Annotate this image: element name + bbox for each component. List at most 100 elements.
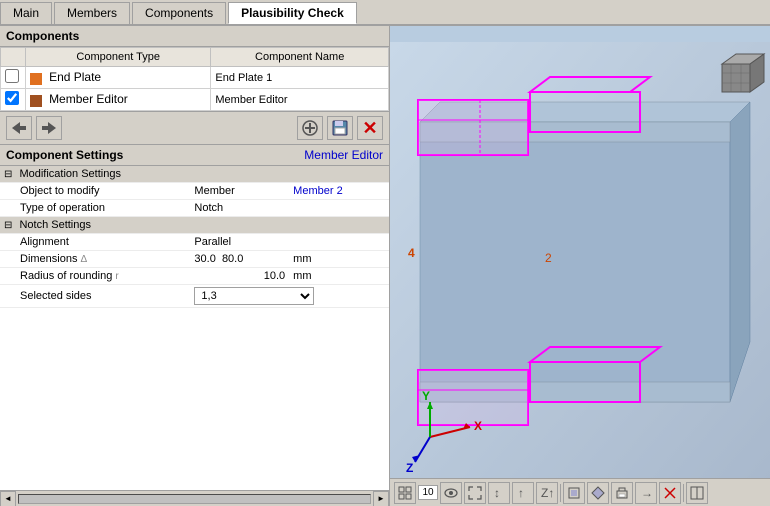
render-button[interactable] (563, 482, 585, 504)
row2-check-cell (1, 89, 26, 111)
components-toolbar: ✕ (0, 111, 389, 145)
svg-text:→: → (641, 486, 653, 500)
svg-text:4: 4 (408, 246, 415, 260)
alignment-row: Alignment Parallel (0, 234, 389, 251)
dimensions-row: Dimensions Δ 30.0 80.0 mm (0, 251, 389, 268)
type-value: Notch (190, 200, 389, 217)
col-check (1, 48, 26, 67)
sides-value-cell: 1,3 1,2,3,4 1 2 (190, 285, 389, 308)
separator2 (683, 484, 684, 502)
svg-text:Z↑: Z↑ (541, 486, 554, 500)
save-icon (332, 120, 348, 136)
add-button[interactable] (297, 116, 323, 140)
tab-components[interactable]: Components (132, 2, 226, 24)
notch-expand-icon: ⊟ (4, 220, 12, 231)
row2-type-label: Member Editor (49, 92, 128, 106)
notch-settings-row: ⊟ Notch Settings (0, 217, 389, 234)
radius-row: Radius of rounding r 10.0 mm (0, 268, 389, 285)
type-operation-row: Type of operation Notch (0, 200, 389, 217)
components-table: Component Type Component Name End Plate (0, 47, 389, 111)
row2-name-cell: Member Editor (211, 89, 389, 111)
rotate-x-icon: ↕ (492, 486, 506, 500)
shaded-button[interactable] (587, 482, 609, 504)
print-button[interactable] (611, 482, 633, 504)
view-grid-button[interactable] (394, 482, 416, 504)
notch-settings-label: ⊟ Notch Settings (0, 217, 389, 234)
type-label: Type of operation (0, 200, 190, 217)
add-icon (302, 120, 318, 136)
alignment-label: Alignment (0, 234, 190, 251)
table-row: Member Editor Member Editor (1, 89, 389, 111)
row1-name-cell: End Plate 1 (211, 67, 389, 89)
scroll-right-arrow[interactable]: ► (373, 491, 389, 506)
render-icon (567, 486, 581, 500)
svg-text:Y: Y (422, 389, 430, 403)
row2-color-box (30, 95, 42, 107)
scroll-track[interactable] (18, 494, 371, 504)
tab-members[interactable]: Members (54, 2, 130, 24)
svg-text:↑: ↑ (518, 486, 524, 500)
panel-icon (690, 486, 704, 500)
svg-text:Z: Z (406, 461, 413, 475)
dimensions-value: 30.0 80.0 (190, 251, 289, 268)
dimensions-unit: mm (289, 251, 389, 268)
scroll-left-arrow[interactable]: ◄ (0, 491, 16, 506)
move-right-icon (42, 122, 56, 134)
zoom-level: 10 (418, 485, 438, 500)
r-symbol: r (115, 271, 118, 282)
object-label: Object to modify (0, 183, 190, 200)
row1-type-label: End Plate (49, 70, 101, 84)
col-type-header: Component Type (26, 48, 211, 67)
arrow-button[interactable]: → (635, 482, 657, 504)
delete-button[interactable]: ✕ (357, 116, 383, 140)
row1-checkbox[interactable] (5, 69, 19, 83)
modification-settings-row: ⊟ Modification Settings (0, 166, 389, 183)
content-area: Components Component Type Component Name (0, 26, 770, 506)
rotate-x-button[interactable]: ↕ (488, 482, 510, 504)
settings-title: Component Settings (6, 148, 123, 162)
settings-subtitle: Member Editor (304, 148, 383, 162)
tab-main[interactable]: Main (0, 2, 52, 24)
row1-type-cell: End Plate (26, 67, 211, 89)
svg-text:↕: ↕ (494, 486, 500, 500)
left-panel: Components Component Type Component Name (0, 26, 390, 506)
settings-table: ⊟ Modification Settings Object to modify… (0, 166, 389, 308)
move-left-icon (12, 122, 26, 134)
save-button[interactable] (327, 116, 353, 140)
table-row: End Plate End Plate 1 (1, 67, 389, 89)
svg-text:X: X (474, 419, 482, 433)
object-value1: Member (190, 183, 289, 200)
3d-scene: 4 2 X Y Z (390, 26, 770, 506)
alignment-value: Parallel (190, 234, 389, 251)
delta-symbol: Δ (81, 254, 88, 265)
rotate-y-button[interactable]: ↑ (512, 482, 534, 504)
print-icon (615, 486, 629, 500)
settings-header: Component Settings Member Editor (0, 145, 389, 166)
settings-spacer (0, 308, 389, 490)
sides-label: Selected sides (0, 285, 190, 308)
close-view-icon (663, 486, 677, 500)
row2-type-cell: Member Editor (26, 89, 211, 111)
3d-view-panel: 4 2 X Y Z (390, 26, 770, 506)
fit-icon (468, 486, 482, 500)
svg-text:2: 2 (545, 251, 552, 265)
move-left-button[interactable] (6, 116, 32, 140)
eye-button[interactable] (440, 482, 462, 504)
components-header: Components (0, 26, 389, 47)
axis-z-button[interactable]: Z↑ (536, 482, 558, 504)
col-name-header: Component Name (211, 48, 389, 67)
arrow-icon: → (639, 486, 653, 500)
panel-button[interactable] (686, 482, 708, 504)
radius-unit: mm (289, 268, 389, 285)
object-to-modify-row: Object to modify Member Member 2 (0, 183, 389, 200)
bottom-scrollbar[interactable]: ◄ ► (0, 490, 389, 506)
axis-z-icon: Z↑ (540, 486, 554, 500)
tab-plausibility[interactable]: Plausibility Check (228, 2, 357, 24)
grid-icon (398, 486, 412, 500)
close-view-button[interactable] (659, 482, 681, 504)
move-right-button[interactable] (36, 116, 62, 140)
fit-button[interactable] (464, 482, 486, 504)
sides-dropdown[interactable]: 1,3 1,2,3,4 1 2 (194, 287, 314, 305)
eye-icon (444, 486, 458, 500)
row2-checkbox[interactable] (5, 91, 19, 105)
